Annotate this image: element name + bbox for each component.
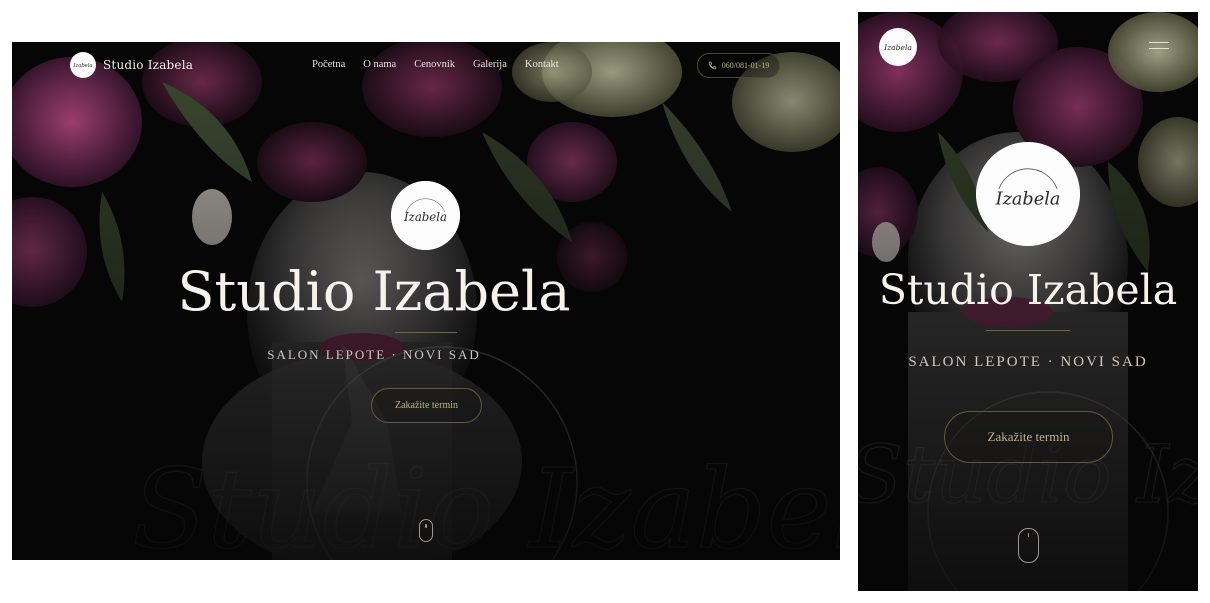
hero-subtitle: SALON LEPOTE · NOVI SAD bbox=[267, 347, 481, 362]
desktop-preview: Studio Izabela Izabela Studio Izabela Po… bbox=[12, 42, 840, 560]
main-nav: Početna O nama Cenovnik Galerija Kontakt bbox=[312, 59, 559, 70]
mobile-preview: Studio Izabela Izabela Izabela Studio Iz… bbox=[858, 12, 1198, 591]
hero-title: Studio Izabela bbox=[177, 260, 571, 323]
svg-text:Izabela: Izabela bbox=[883, 43, 912, 52]
mobile-mouse-scroll-icon[interactable] bbox=[1018, 528, 1039, 563]
phone-number: 060/081-01-19 bbox=[721, 61, 770, 70]
hamburger-menu-icon[interactable] bbox=[1149, 42, 1169, 54]
nav-item-pocetna[interactable]: Početna bbox=[312, 59, 345, 70]
mouse-scroll-icon[interactable] bbox=[419, 519, 433, 542]
nav-item-cenovnik[interactable]: Cenovnik bbox=[414, 59, 455, 70]
svg-text:Izabela: Izabela bbox=[403, 210, 447, 224]
nav-item-kontakt[interactable]: Kontakt bbox=[525, 59, 559, 70]
mobile-hero-title: Studio Izabela bbox=[878, 266, 1178, 314]
phone-button[interactable]: 060/081-01-19 bbox=[697, 53, 780, 78]
mobile-logo-icon[interactable]: Izabela bbox=[879, 28, 917, 66]
svg-text:Izabela: Izabela bbox=[995, 189, 1061, 209]
logo-icon: Izabela bbox=[70, 52, 96, 78]
header-logo-link[interactable]: Izabela Studio Izabela bbox=[70, 52, 193, 78]
mobile-hero-subtitle: SALON LEPOTE · NOVI SAD bbox=[908, 354, 1148, 370]
svg-text:Izabela: Izabela bbox=[72, 63, 92, 69]
nav-item-o-nama[interactable]: O nama bbox=[363, 59, 396, 70]
nav-item-galerija[interactable]: Galerija bbox=[473, 59, 507, 70]
phone-icon bbox=[708, 61, 716, 70]
hero-logo: Izabela bbox=[391, 181, 460, 250]
brand-name: Studio Izabela bbox=[103, 58, 194, 72]
book-appointment-button[interactable]: Zakažite termin bbox=[371, 388, 482, 423]
mobile-book-appointment-button[interactable]: Zakažite termin bbox=[944, 411, 1113, 463]
mobile-hero-logo: Izabela bbox=[976, 142, 1080, 246]
hero-divider bbox=[395, 332, 457, 333]
mobile-hero-divider bbox=[986, 330, 1070, 331]
